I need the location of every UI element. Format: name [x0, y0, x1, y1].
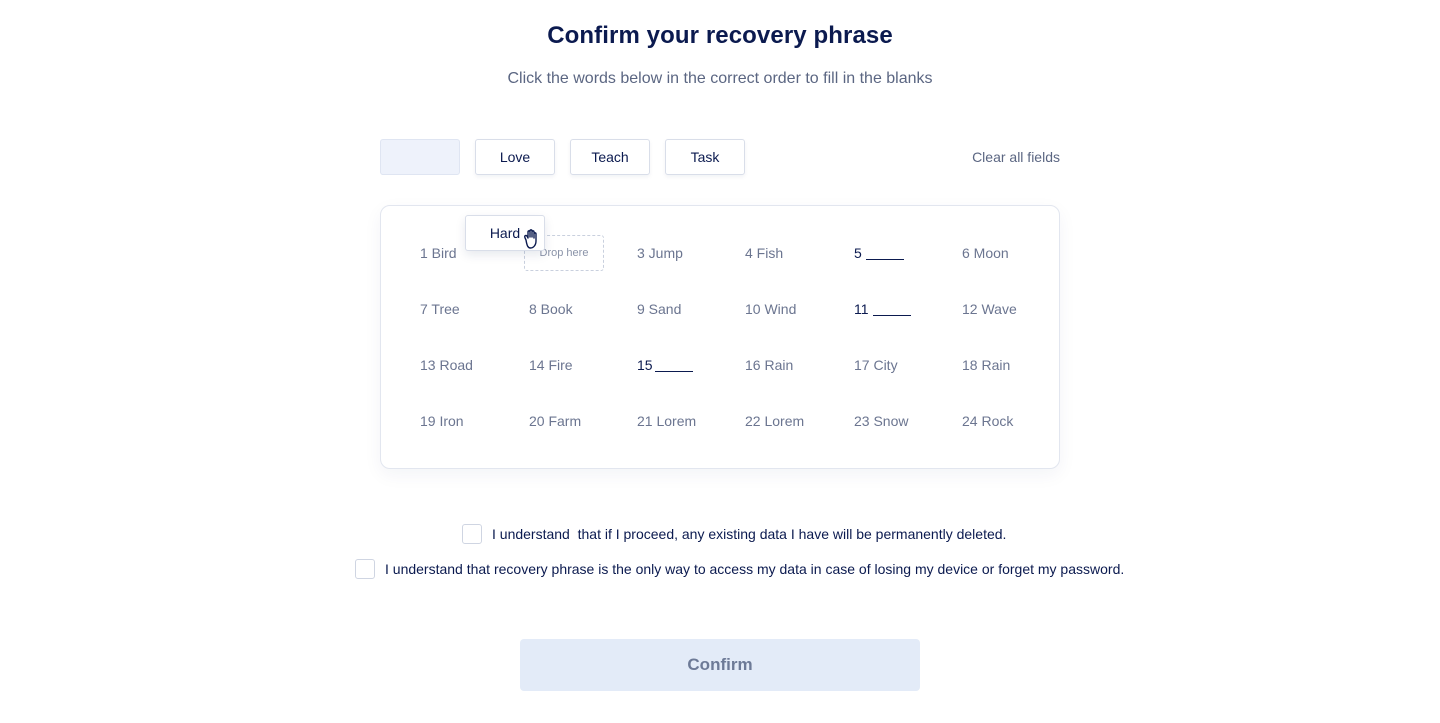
phrase-word-22: 22 Lorem	[745, 413, 805, 429]
recovery-phrase-grid: 1 Bird Drop here 3 Jump 4 Fish 5 6 Moon …	[380, 205, 1060, 469]
phrase-word-21: 21 Lorem	[637, 413, 697, 429]
blank-slot-11[interactable]: 11	[854, 299, 911, 319]
word-chip-love[interactable]: Love	[475, 139, 555, 175]
blank-line	[865, 245, 904, 260]
phrase-word-4: 4 Fish	[745, 245, 784, 261]
grab-hand-icon	[524, 229, 537, 249]
blank-line	[872, 301, 911, 316]
confirm-button[interactable]: Confirm	[520, 639, 920, 691]
blank-slot-15[interactable]: 15	[637, 355, 693, 375]
phrase-word-16: 16 Rain	[745, 357, 794, 373]
phrase-word-24: 24 Rock	[962, 413, 1014, 429]
consent-label-recovery-only: I understand that recovery phrase is the…	[385, 561, 1125, 577]
blank-slot-5-number: 5	[854, 245, 862, 261]
phrase-word-19: 19 Iron	[420, 413, 464, 429]
phrase-word-9: 9 Sand	[637, 301, 682, 317]
recovery-phrase-page: Confirm your recovery phrase Click the w…	[0, 0, 1440, 723]
phrase-word-14: 14 Fire	[529, 357, 573, 373]
consent-row-recovery-only[interactable]: I understand that recovery phrase is the…	[355, 559, 1124, 579]
word-chip-teach[interactable]: Teach	[570, 139, 650, 175]
consent-row-data-deletion[interactable]: I understand that if I proceed, any exis…	[462, 524, 1006, 544]
blank-slot-11-number: 11	[854, 301, 869, 317]
phrase-word-17: 17 City	[854, 357, 898, 373]
phrase-word-1: 1 Bird	[420, 245, 457, 261]
phrase-word-8: 8 Book	[529, 301, 573, 317]
phrase-word-12: 12 Wave	[962, 301, 1017, 317]
clear-all-fields-link[interactable]: Clear all fields	[972, 139, 1060, 175]
word-chip-task[interactable]: Task	[665, 139, 745, 175]
blank-slot-5[interactable]: 5	[854, 243, 904, 263]
phrase-word-3: 3 Jump	[637, 245, 683, 261]
blank-slot-15-number: 15	[637, 357, 653, 373]
page-title: Confirm your recovery phrase	[547, 22, 893, 49]
phrase-word-10: 10 Wind	[745, 301, 797, 317]
phrase-word-7: 7 Tree	[420, 301, 460, 317]
phrase-word-18: 18 Rain	[962, 357, 1011, 373]
phrase-word-20: 20 Farm	[529, 413, 582, 429]
consent-label-data-deletion: I understand that if I proceed, any exis…	[492, 526, 1007, 542]
word-chip-row: Love Teach Task Clear all fields	[380, 139, 1060, 175]
blank-line	[654, 357, 693, 372]
phrase-word-23: 23 Snow	[854, 413, 909, 429]
word-chip-empty-slot	[380, 139, 460, 175]
page-subtitle: Click the words below in the correct ord…	[507, 70, 933, 87]
consent-checkbox-data-deletion[interactable]	[462, 524, 482, 544]
phrase-word-6: 6 Moon	[962, 245, 1009, 261]
consent-checkbox-recovery-only[interactable]	[355, 559, 375, 579]
phrase-word-13: 13 Road	[420, 357, 473, 373]
